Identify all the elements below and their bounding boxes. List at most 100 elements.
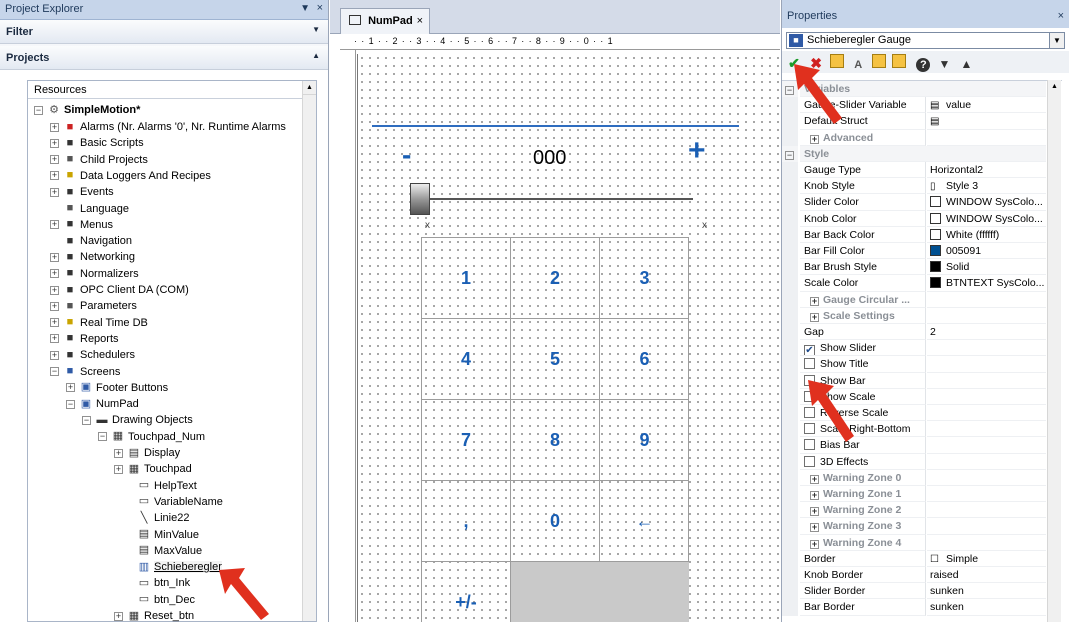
tree-item-touchpad[interactable]: + ▦ Touchpad: [114, 461, 192, 477]
scroll-up-icon[interactable]: ▲: [1048, 80, 1061, 94]
prop-value[interactable]: Solid: [927, 259, 1046, 276]
prop-row-knob-style[interactable]: Knob Style ▯ Style 3: [782, 178, 1046, 195]
property-grid[interactable]: − Variables Gauge-Slider Variable ▤ value Def…: [782, 80, 1062, 622]
expand-icon[interactable]: +: [810, 134, 819, 144]
collapse-icon[interactable]: −: [66, 399, 75, 409]
expand-icon[interactable]: +: [810, 539, 819, 549]
filter-icon[interactable]: ▼: [936, 56, 952, 73]
expand-icon[interactable]: +: [810, 296, 819, 306]
prop-row-scale-right-bottom[interactable]: Scale Right-Bottom: [782, 421, 1046, 438]
tree-item-networking[interactable]: + ■ Networking: [50, 249, 135, 265]
tree-item-minvalue[interactable]: ▤ MinValue: [124, 527, 199, 543]
collapse-icon[interactable]: −: [34, 105, 43, 115]
tree-item-reports[interactable]: + ■ Reports: [50, 331, 119, 347]
prop-row-border[interactable]: Border ☐ Simple: [782, 550, 1046, 567]
expand-icon[interactable]: +: [810, 312, 819, 322]
chevron-up-icon[interactable]: ▲: [312, 51, 320, 60]
expand-icon[interactable]: +: [50, 350, 59, 360]
scroll-up-icon[interactable]: ▲: [303, 81, 316, 95]
prop-value[interactable]: raised: [927, 567, 1046, 584]
collapse-icon[interactable]: −: [50, 367, 59, 377]
expand-icon[interactable]: +: [810, 523, 819, 533]
key-1[interactable]: 1: [422, 238, 511, 319]
checkbox[interactable]: [804, 390, 815, 402]
tree-item-btn-ink[interactable]: ▭ btn_Ink: [124, 575, 190, 591]
prop-row-variables[interactable]: − Variables: [782, 81, 1046, 98]
expand-icon[interactable]: +: [50, 220, 59, 230]
tree-item-opc-client-da-com[interactable]: + ■ OPC Client DA (COM): [50, 282, 189, 298]
prop-row-gap[interactable]: Gap 2: [782, 324, 1046, 341]
checkbox[interactable]: [804, 374, 815, 386]
tree-item-basic-scripts[interactable]: + ■ Basic Scripts: [50, 135, 144, 151]
prop-row-default-struct[interactable]: Default Struct ▤: [782, 113, 1046, 130]
list-view-icon[interactable]: [872, 54, 887, 68]
minus-button[interactable]: -: [402, 139, 411, 171]
collapse-icon[interactable]: −: [785, 150, 794, 160]
key-enter-area[interactable]: [600, 562, 689, 622]
tree-item-schedulers[interactable]: + ■ Schedulers: [50, 347, 135, 363]
prop-row-bias-bar[interactable]: Bias Bar: [782, 437, 1046, 454]
prop-row-scale-color[interactable]: Scale Color BTNTEXT SysColo...: [782, 275, 1046, 292]
key-0[interactable]: 0: [511, 481, 600, 562]
tree-item-screens[interactable]: − ■ Screens: [50, 364, 120, 380]
prop-row-3d-effects[interactable]: 3D Effects: [782, 453, 1046, 470]
prop-row-scale-settings[interactable]: + Scale Settings: [782, 307, 1046, 324]
prop-value[interactable]: WINDOW SysColo...: [927, 194, 1046, 211]
expand-icon[interactable]: +: [50, 187, 59, 197]
tree-item-menus[interactable]: + ■ Menus: [50, 217, 113, 233]
key-5[interactable]: 5: [511, 319, 600, 400]
filter-section-header[interactable]: Filter ▼: [0, 20, 328, 44]
tree-item-data-loggers-and-recipes[interactable]: + ■ Data Loggers And Recipes: [50, 168, 211, 184]
checkbox[interactable]: [804, 439, 815, 451]
prop-row-warning-zone-4[interactable]: + Warning Zone 4: [782, 534, 1046, 551]
key-comma[interactable]: ,: [422, 481, 511, 562]
prop-row-style[interactable]: − Style: [782, 145, 1046, 162]
prop-row-bar-back-color[interactable]: Bar Back Color White (ffffff): [782, 226, 1046, 243]
prop-row-advanced[interactable]: + Advanced: [782, 129, 1046, 146]
prop-row-knob-border[interactable]: Knob Border raised: [782, 567, 1046, 584]
tree-item-maxvalue[interactable]: ▤ MaxValue: [124, 543, 202, 559]
help-icon[interactable]: ?: [916, 58, 931, 72]
plus-button[interactable]: +: [688, 134, 706, 168]
prop-value[interactable]: 005091: [927, 243, 1046, 260]
slider-track[interactable]: [423, 198, 693, 200]
tree-item-alarms-nr-alarms-0-nr-runtime-alarms[interactable]: + ■ Alarms (Nr. Alarms '0', Nr. Runtime Al…: [50, 119, 286, 135]
expand-icon[interactable]: +: [50, 269, 59, 279]
prop-row-bar-border[interactable]: Bar Border sunken: [782, 599, 1046, 616]
tree-item-parameters[interactable]: + ■ Parameters: [50, 298, 137, 314]
collapse-icon[interactable]: −: [98, 432, 107, 442]
tree-item-normalizers[interactable]: + ■ Normalizers: [50, 266, 139, 282]
expand-icon[interactable]: +: [50, 252, 59, 262]
tree-item-touchpad-num[interactable]: − ▦ Touchpad_Num: [98, 429, 205, 445]
tree-item-child-projects[interactable]: + ■ Child Projects: [50, 152, 148, 168]
collapse-icon[interactable]: −: [785, 86, 794, 95]
expand-icon[interactable]: +: [810, 507, 819, 517]
pin-icon[interactable]: ▼: [300, 3, 310, 14]
tree-scrollbar[interactable]: ▲: [302, 81, 316, 621]
prop-value[interactable]: WINDOW SysColo...: [927, 211, 1046, 227]
tree-item-drawing[interactable]: − ▬ Drawing Objects: [82, 412, 193, 428]
apply-icon[interactable]: ✔: [786, 55, 802, 72]
comment-icon[interactable]: [892, 54, 907, 68]
cancel-icon[interactable]: ✖: [808, 55, 824, 72]
expand-icon[interactable]: +: [50, 318, 59, 328]
tree-item-btn-dec[interactable]: ▭ btn_Dec: [124, 592, 195, 608]
key-plus-minus[interactable]: +/-: [422, 562, 511, 622]
prop-value[interactable]: ☐ Simple: [927, 551, 1046, 567]
expand-icon[interactable]: +: [50, 122, 59, 132]
key-3[interactable]: 3: [600, 238, 689, 319]
expand-icon[interactable]: +: [810, 491, 819, 500]
expand-icon[interactable]: +: [114, 464, 123, 474]
tree-item-schieberegler[interactable]: ▥ Schieberegler: [124, 559, 222, 575]
chevron-down-icon[interactable]: ▼: [312, 25, 320, 34]
prop-row-warning-zone-3[interactable]: + Warning Zone 3: [782, 518, 1046, 535]
expand-icon[interactable]: +: [50, 138, 59, 148]
categorized-view-icon[interactable]: [830, 54, 845, 68]
tree-item-helptext[interactable]: ▭ HelpText: [124, 478, 197, 494]
tree-item-root[interactable]: − ⚙ SimpleMotion*: [34, 102, 140, 118]
key-8[interactable]: 8: [511, 400, 600, 481]
display-value[interactable]: 000: [533, 147, 566, 170]
expand-icon[interactable]: +: [114, 448, 123, 458]
object-selector[interactable]: ■ Schieberegler Gauge ▼: [786, 32, 1065, 49]
close-icon[interactable]: ×: [317, 2, 323, 14]
